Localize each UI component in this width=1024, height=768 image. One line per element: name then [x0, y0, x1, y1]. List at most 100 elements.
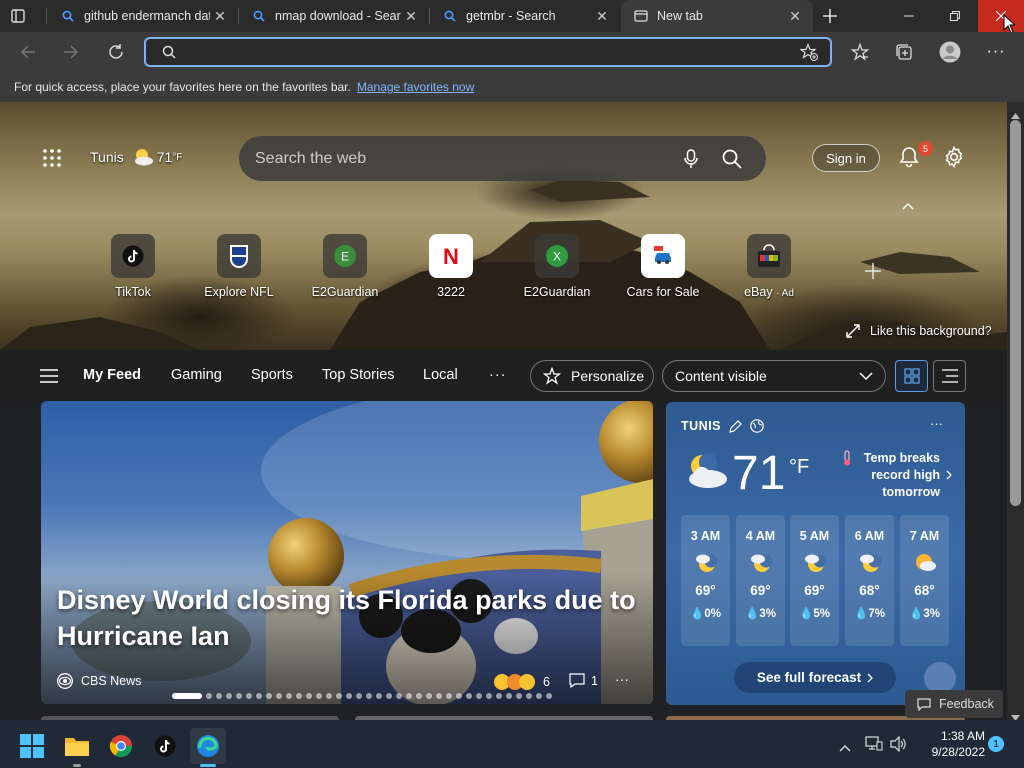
file-explorer-button[interactable]	[59, 728, 95, 767]
edit-pencil-icon[interactable]	[729, 419, 742, 433]
shortcut-tiktok[interactable]: TikTok	[83, 234, 183, 299]
carousel-dot[interactable]	[546, 693, 552, 699]
carousel-dot[interactable]	[516, 693, 522, 699]
shortcut-cars-for-sale[interactable]: Cars for Sale	[613, 234, 713, 299]
reactions-button[interactable]: 6	[493, 673, 550, 691]
tab-github[interactable]: github endermanch dat ✕	[48, 0, 238, 32]
carousel-dot[interactable]	[356, 693, 362, 699]
carousel-dot[interactable]	[346, 693, 352, 699]
nav-local[interactable]: Local	[423, 367, 458, 383]
close-tab-icon[interactable]: ✕	[785, 6, 805, 26]
carousel-dot-active[interactable]	[172, 693, 202, 699]
close-tab-icon[interactable]: ✕	[401, 6, 421, 26]
carousel-dot[interactable]	[436, 693, 442, 699]
carousel-dot[interactable]	[396, 693, 402, 699]
carousel-dot[interactable]	[386, 693, 392, 699]
shortcut-explore-nfl[interactable]: Explore NFL	[189, 234, 289, 299]
like-background-button[interactable]: Like this background?	[846, 324, 992, 338]
carousel-dot[interactable]	[336, 693, 342, 699]
carousel-dot[interactable]	[366, 693, 372, 699]
carousel-dot[interactable]	[316, 693, 322, 699]
carousel-dot[interactable]	[226, 693, 232, 699]
network-icon[interactable]	[865, 735, 883, 756]
personalize-button[interactable]: Personalize	[530, 360, 654, 392]
tab-getmbr[interactable]: getmbr - Search ✕	[430, 0, 620, 32]
back-button[interactable]	[12, 36, 44, 68]
chrome-button[interactable]	[103, 728, 139, 764]
apps-launcher-icon[interactable]	[42, 148, 62, 168]
carousel-dot[interactable]	[236, 693, 242, 699]
carousel-dot[interactable]	[306, 693, 312, 699]
tab-nmap[interactable]: nmap download - Searc ✕	[239, 0, 429, 32]
carousel-dot[interactable]	[446, 693, 452, 699]
carousel-dot[interactable]	[456, 693, 462, 699]
address-input[interactable]	[186, 39, 800, 65]
carousel-dot[interactable]	[466, 693, 472, 699]
edge-taskbar-button[interactable]	[190, 728, 226, 767]
nav-top-stories[interactable]: Top Stories	[322, 367, 395, 383]
hamburger-menu-icon[interactable]	[40, 369, 58, 388]
carousel-dot[interactable]	[406, 693, 412, 699]
notification-center-badge[interactable]: 1	[988, 736, 1004, 752]
carousel-dot[interactable]	[286, 693, 292, 699]
scroll-thumb[interactable]	[1010, 120, 1021, 506]
web-search-box[interactable]: Search the web	[239, 136, 766, 181]
carousel-dot[interactable]	[426, 693, 432, 699]
carousel-dot[interactable]	[506, 693, 512, 699]
feedback-button[interactable]: Feedback	[905, 690, 1003, 718]
carousel-dot[interactable]	[496, 693, 502, 699]
refresh-button[interactable]	[100, 36, 132, 68]
tiktok-taskbar-button[interactable]	[147, 728, 183, 764]
collections-button[interactable]	[888, 36, 920, 68]
tab-actions-icon[interactable]	[10, 8, 26, 24]
notifications-button[interactable]: 5	[898, 141, 933, 173]
address-bar[interactable]	[144, 37, 832, 67]
globe-icon[interactable]	[750, 419, 764, 433]
forward-button[interactable]	[55, 36, 87, 68]
carousel-dot[interactable]	[376, 693, 382, 699]
add-shortcut-button[interactable]	[864, 262, 882, 285]
weather-more-button[interactable]: ···	[930, 416, 943, 431]
shortcut-ebay[interactable]: eBay · Ad	[719, 234, 819, 299]
page-settings-gear-icon[interactable]	[943, 145, 965, 173]
carousel-dot[interactable]	[296, 693, 302, 699]
clock[interactable]: 1:38 AM 9/28/2022	[913, 728, 985, 760]
list-view-button[interactable]	[933, 360, 966, 392]
tab-new-tab[interactable]: New tab ✕	[621, 0, 813, 32]
start-button[interactable]	[14, 728, 50, 764]
carousel-dot[interactable]	[206, 693, 212, 699]
shortcut-e2guardian-2[interactable]: X E2Guardian	[507, 234, 607, 299]
carousel-dot[interactable]	[326, 693, 332, 699]
restore-button[interactable]	[932, 0, 978, 32]
nav-my-feed[interactable]: My Feed	[83, 367, 141, 383]
nav-gaming[interactable]: Gaming	[171, 367, 222, 383]
page-scrollbar[interactable]	[1007, 102, 1024, 721]
weather-alert[interactable]: Temp breaks record high tomorrow	[842, 450, 952, 501]
hero-weather[interactable]: Tunis 71 °F	[90, 148, 182, 166]
sign-in-button[interactable]: Sign in	[812, 144, 880, 172]
nav-more-button[interactable]: ···	[489, 367, 507, 383]
carousel-dot[interactable]	[416, 693, 422, 699]
manage-favorites-link[interactable]: Manage favorites now	[357, 80, 474, 94]
favorites-button[interactable]	[844, 36, 876, 68]
carousel-dot[interactable]	[256, 693, 262, 699]
search-icon[interactable]	[722, 149, 742, 169]
carousel-dot[interactable]	[486, 693, 492, 699]
shortcut-e2guardian[interactable]: E E2Guardian	[295, 234, 395, 299]
settings-more-button[interactable]: ···	[980, 36, 1012, 68]
carousel-dot[interactable]	[216, 693, 222, 699]
content-visible-dropdown[interactable]: Content visible	[662, 360, 886, 392]
carousel-dot[interactable]	[276, 693, 282, 699]
profile-avatar[interactable]	[934, 36, 966, 68]
grid-view-button[interactable]	[895, 360, 928, 392]
show-hidden-icons-chevron-icon[interactable]	[839, 739, 851, 757]
microphone-icon[interactable]	[684, 148, 698, 169]
close-tab-icon[interactable]: ✕	[210, 6, 230, 26]
add-favorite-icon[interactable]	[800, 43, 818, 61]
minimize-button[interactable]	[886, 0, 932, 32]
comments-button[interactable]: 1	[569, 673, 598, 688]
carousel-dot[interactable]	[536, 693, 542, 699]
see-full-forecast-button[interactable]: See full forecast	[734, 662, 896, 693]
carousel-dot[interactable]	[266, 693, 272, 699]
article-more-button[interactable]: ···	[615, 671, 629, 687]
